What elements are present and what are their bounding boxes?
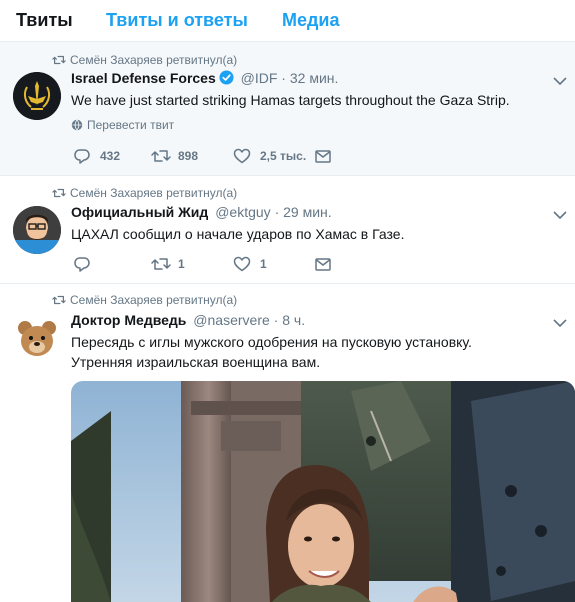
tweet-header: Официальный Жид @ektguy · 29 мин. — [71, 204, 332, 220]
tweet-text: ЦАХАЛ сообщил о начале ударов по Хамас в… — [71, 226, 405, 242]
tab-tweets-and-replies[interactable]: Твиты и ответы — [106, 10, 248, 31]
translate-tweet-link[interactable]: Перевести твит — [71, 118, 174, 132]
reply-count: 432 — [100, 149, 121, 163]
reply-icon — [74, 149, 90, 164]
like-count: 2,5 тыс. — [260, 149, 307, 163]
heart-icon — [233, 256, 251, 272]
verified-badge-icon — [219, 70, 234, 85]
chevron-down-icon[interactable] — [553, 76, 567, 86]
profile-tabs: Твиты Твиты и ответы Медиа — [0, 0, 575, 42]
retweet-icon — [52, 188, 66, 198]
like-count: 1 — [260, 257, 267, 271]
display-name[interactable]: Israel Defense Forces — [71, 70, 216, 86]
tweet-header: Доктор Медведь @naservere · 8 ч. — [71, 312, 305, 328]
envelope-icon — [315, 150, 331, 163]
retweet-icon — [151, 258, 171, 270]
heart-icon — [233, 148, 251, 164]
tab-tweets[interactable]: Твиты — [16, 10, 73, 31]
tweet-idf[interactable]: Семён Захаряев ретвитнул(а) Israel Defen… — [0, 42, 575, 176]
chevron-down-icon[interactable] — [553, 210, 567, 220]
timestamp[interactable]: 32 мин. — [290, 70, 339, 86]
avatar[interactable] — [13, 72, 61, 120]
username[interactable]: @ektguy — [215, 204, 270, 220]
retweet-context: Семён Захаряев ретвитнул(а) — [0, 186, 300, 202]
teddy-bear-icon — [13, 316, 61, 364]
retweet-text[interactable]: Семён Захаряев ретвитнул(а) — [70, 53, 237, 67]
tweet-text: We have just started striking Hamas targ… — [71, 92, 510, 108]
soldier-photo-image — [71, 381, 575, 602]
avatar[interactable] — [13, 206, 61, 254]
translate-label: Перевести твит — [87, 118, 175, 132]
cartoon-bearded-man-icon — [13, 206, 61, 254]
tweet-text-line: Пересядь с иглы мужского одобрения на пу… — [71, 334, 472, 350]
retweet-count: 898 — [178, 149, 199, 163]
separator-dot: · — [281, 70, 286, 86]
tweet-text-line: Утренняя израильская военщина вам. — [71, 354, 321, 370]
retweet-icon — [151, 150, 171, 162]
separator-dot: · — [274, 204, 280, 220]
tweet-ektguy[interactable]: Семён Захаряев ретвитнул(а) Официальный … — [0, 176, 575, 284]
retweet-text[interactable]: Семён Захаряев ретвитнул(а) — [70, 293, 237, 307]
envelope-icon — [315, 258, 331, 271]
tab-media[interactable]: Медиа — [282, 10, 340, 31]
timestamp[interactable]: 8 ч. — [282, 312, 305, 328]
timestamp[interactable]: 29 мин. — [283, 204, 332, 220]
retweet-context: Семён Захаряев ретвитнул(а) — [0, 293, 300, 309]
retweet-text[interactable]: Семён Захаряев ретвитнул(а) — [70, 186, 237, 200]
retweet-context: Семён Захаряев ретвитнул(а) — [0, 53, 300, 69]
chevron-down-icon[interactable] — [553, 318, 567, 328]
retweet-icon — [52, 295, 66, 305]
separator-dot: · — [273, 312, 279, 328]
avatar[interactable] — [13, 316, 61, 364]
tweet-text: Пересядь с иглы мужского одобрения на пу… — [71, 332, 561, 372]
globe-icon — [71, 119, 83, 131]
display-name[interactable]: Официальный Жид — [71, 204, 208, 220]
tweet-header: Israel Defense Forces @IDF · 32 мин. — [71, 70, 338, 86]
reply-icon — [74, 257, 90, 272]
tweet-naservere[interactable]: Семён Захаряев ретвитнул(а) Доктор Медве… — [0, 284, 575, 602]
tweet-actions: 432 898 2,5 тыс. — [73, 146, 373, 166]
idf-emblem-icon — [13, 72, 61, 120]
tweet-media-photo[interactable] — [71, 381, 575, 602]
retweet-count: 1 — [178, 257, 185, 271]
username[interactable]: @naservere — [193, 312, 269, 328]
display-name[interactable]: Доктор Медведь — [71, 312, 186, 328]
tweet-actions: 1 1 — [73, 254, 373, 274]
username[interactable]: @IDF — [241, 70, 278, 86]
retweet-icon — [52, 55, 66, 65]
